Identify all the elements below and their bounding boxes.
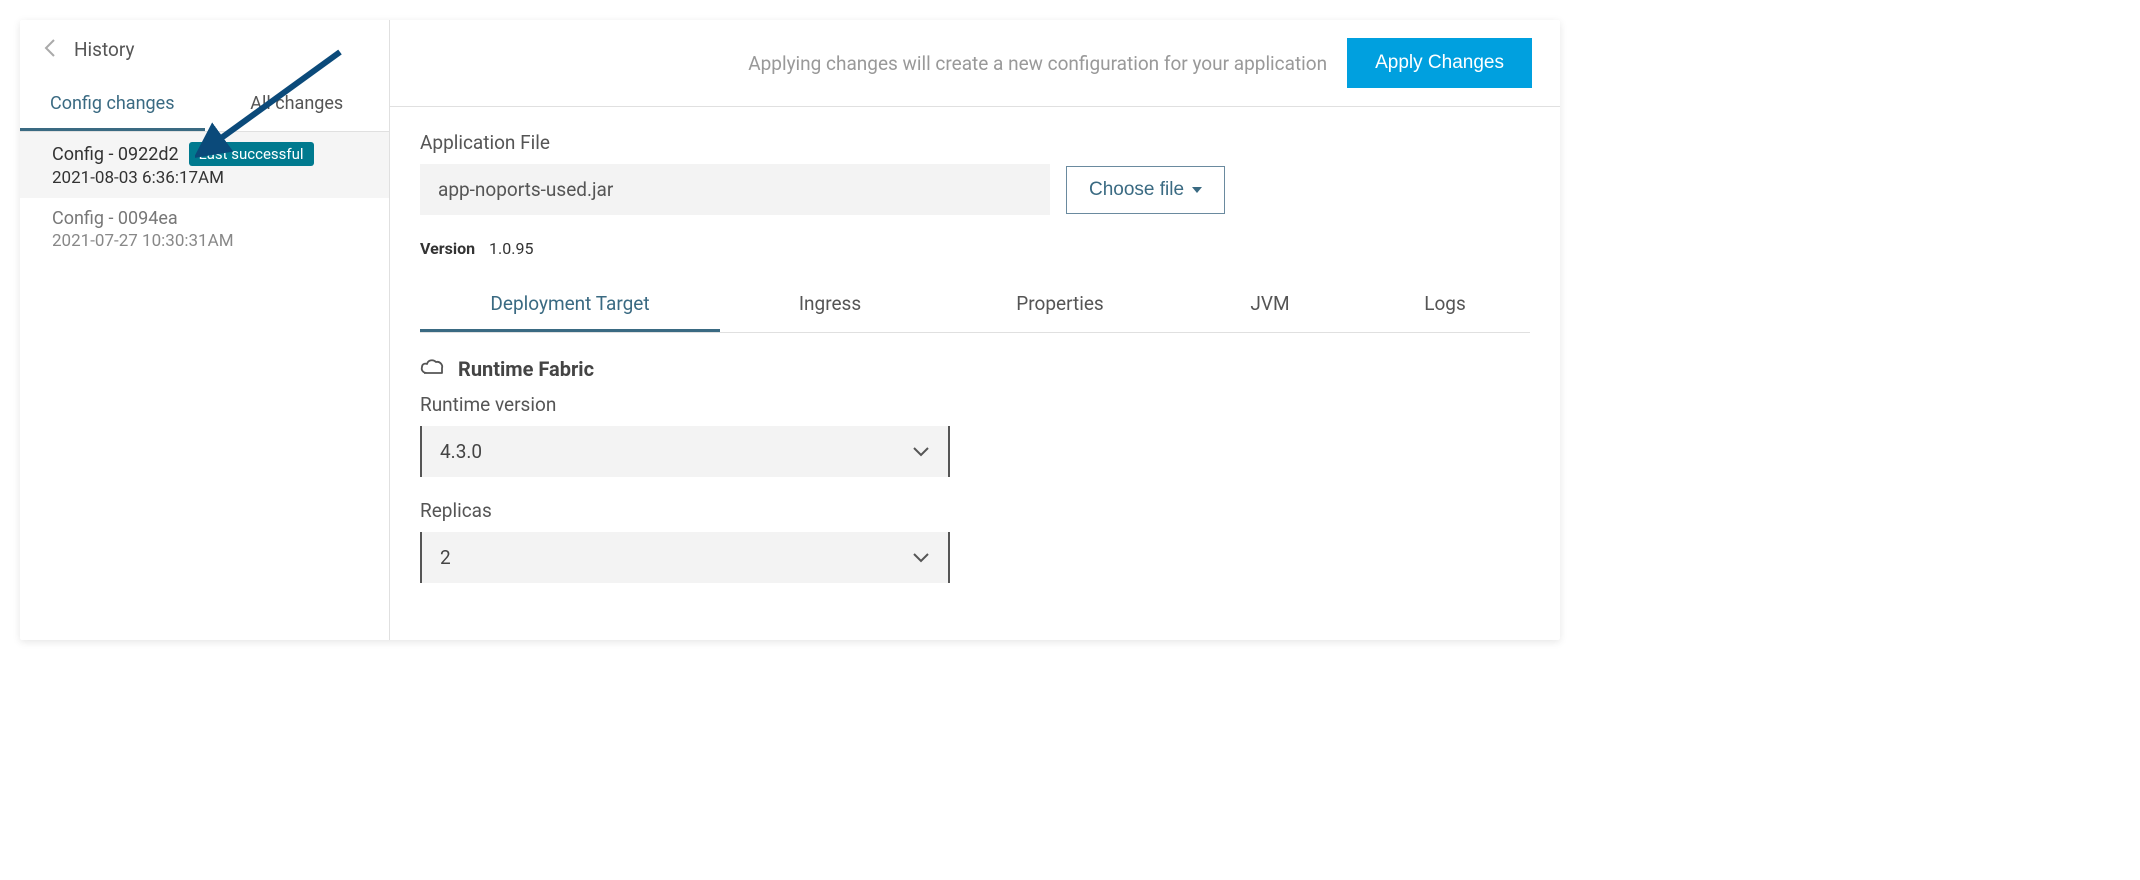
tab-logs[interactable]: Logs: [1360, 278, 1530, 332]
sidebar-tabs: Config changes All changes: [20, 79, 389, 132]
runtime-version-group: Runtime version 4.3.0: [420, 393, 1530, 477]
app-file-label: Application File: [420, 131, 1530, 154]
topbar-message: Applying changes will create a new confi…: [748, 52, 1327, 75]
sidebar-title: History: [74, 38, 134, 61]
main-panel: Applying changes will create a new confi…: [390, 20, 1560, 640]
choose-file-button[interactable]: Choose file: [1066, 166, 1225, 214]
runtime-version-select[interactable]: 4.3.0: [420, 426, 950, 477]
tab-config-changes[interactable]: Config changes: [20, 79, 205, 131]
history-item-name: Config - 0922d2: [52, 144, 179, 165]
runtime-fabric-title: Runtime Fabric: [458, 357, 594, 381]
replicas-select[interactable]: 2: [420, 532, 950, 583]
replicas-value: 2: [440, 546, 451, 569]
tab-properties[interactable]: Properties: [940, 278, 1180, 332]
runtime-version-value: 4.3.0: [440, 440, 482, 463]
version-label: Version: [420, 239, 475, 258]
tab-all-changes[interactable]: All changes: [205, 79, 390, 131]
file-row: app-noports-used.jar Choose file: [420, 164, 1530, 215]
history-item-date: 2021-07-27 10:30:31AM: [52, 231, 369, 251]
history-item-name: Config - 0094ea: [52, 208, 178, 229]
app-file-name: app-noports-used.jar: [420, 164, 1050, 215]
status-badge: Last successful: [189, 142, 314, 166]
caret-down-icon: [1192, 187, 1202, 193]
tab-deployment-target[interactable]: Deployment Target: [420, 278, 720, 332]
cloud-icon: [420, 357, 446, 381]
topbar: Applying changes will create a new confi…: [390, 20, 1560, 107]
back-icon[interactable]: [44, 38, 56, 61]
version-row: Version 1.0.95: [420, 239, 1530, 258]
choose-file-label: Choose file: [1089, 179, 1184, 201]
chevron-down-icon: [912, 546, 930, 569]
version-value: 1.0.95: [489, 239, 533, 258]
sidebar-header: History: [20, 20, 389, 79]
runtime-version-label: Runtime version: [420, 393, 1530, 416]
replicas-group: Replicas 2: [420, 499, 1530, 583]
section-heading: Runtime Fabric: [420, 357, 1530, 381]
runtime-section: Runtime Fabric Runtime version 4.3.0 Rep…: [420, 333, 1530, 583]
history-item[interactable]: Config - 0094ea 2021-07-27 10:30:31AM: [20, 198, 389, 261]
tab-ingress[interactable]: Ingress: [720, 278, 940, 332]
chevron-down-icon: [912, 440, 930, 463]
config-tabs: Deployment Target Ingress Properties JVM…: [420, 278, 1530, 333]
history-list: Config - 0922d2 Last successful 2021-08-…: [20, 132, 389, 640]
replicas-label: Replicas: [420, 499, 1530, 522]
content-area: Application File app-noports-used.jar Ch…: [390, 107, 1560, 629]
tab-jvm[interactable]: JVM: [1180, 278, 1360, 332]
sidebar: History Config changes All changes Confi…: [20, 20, 390, 640]
apply-changes-button[interactable]: Apply Changes: [1347, 38, 1532, 88]
history-item[interactable]: Config - 0922d2 Last successful 2021-08-…: [20, 132, 389, 198]
history-item-date: 2021-08-03 6:36:17AM: [52, 168, 369, 188]
